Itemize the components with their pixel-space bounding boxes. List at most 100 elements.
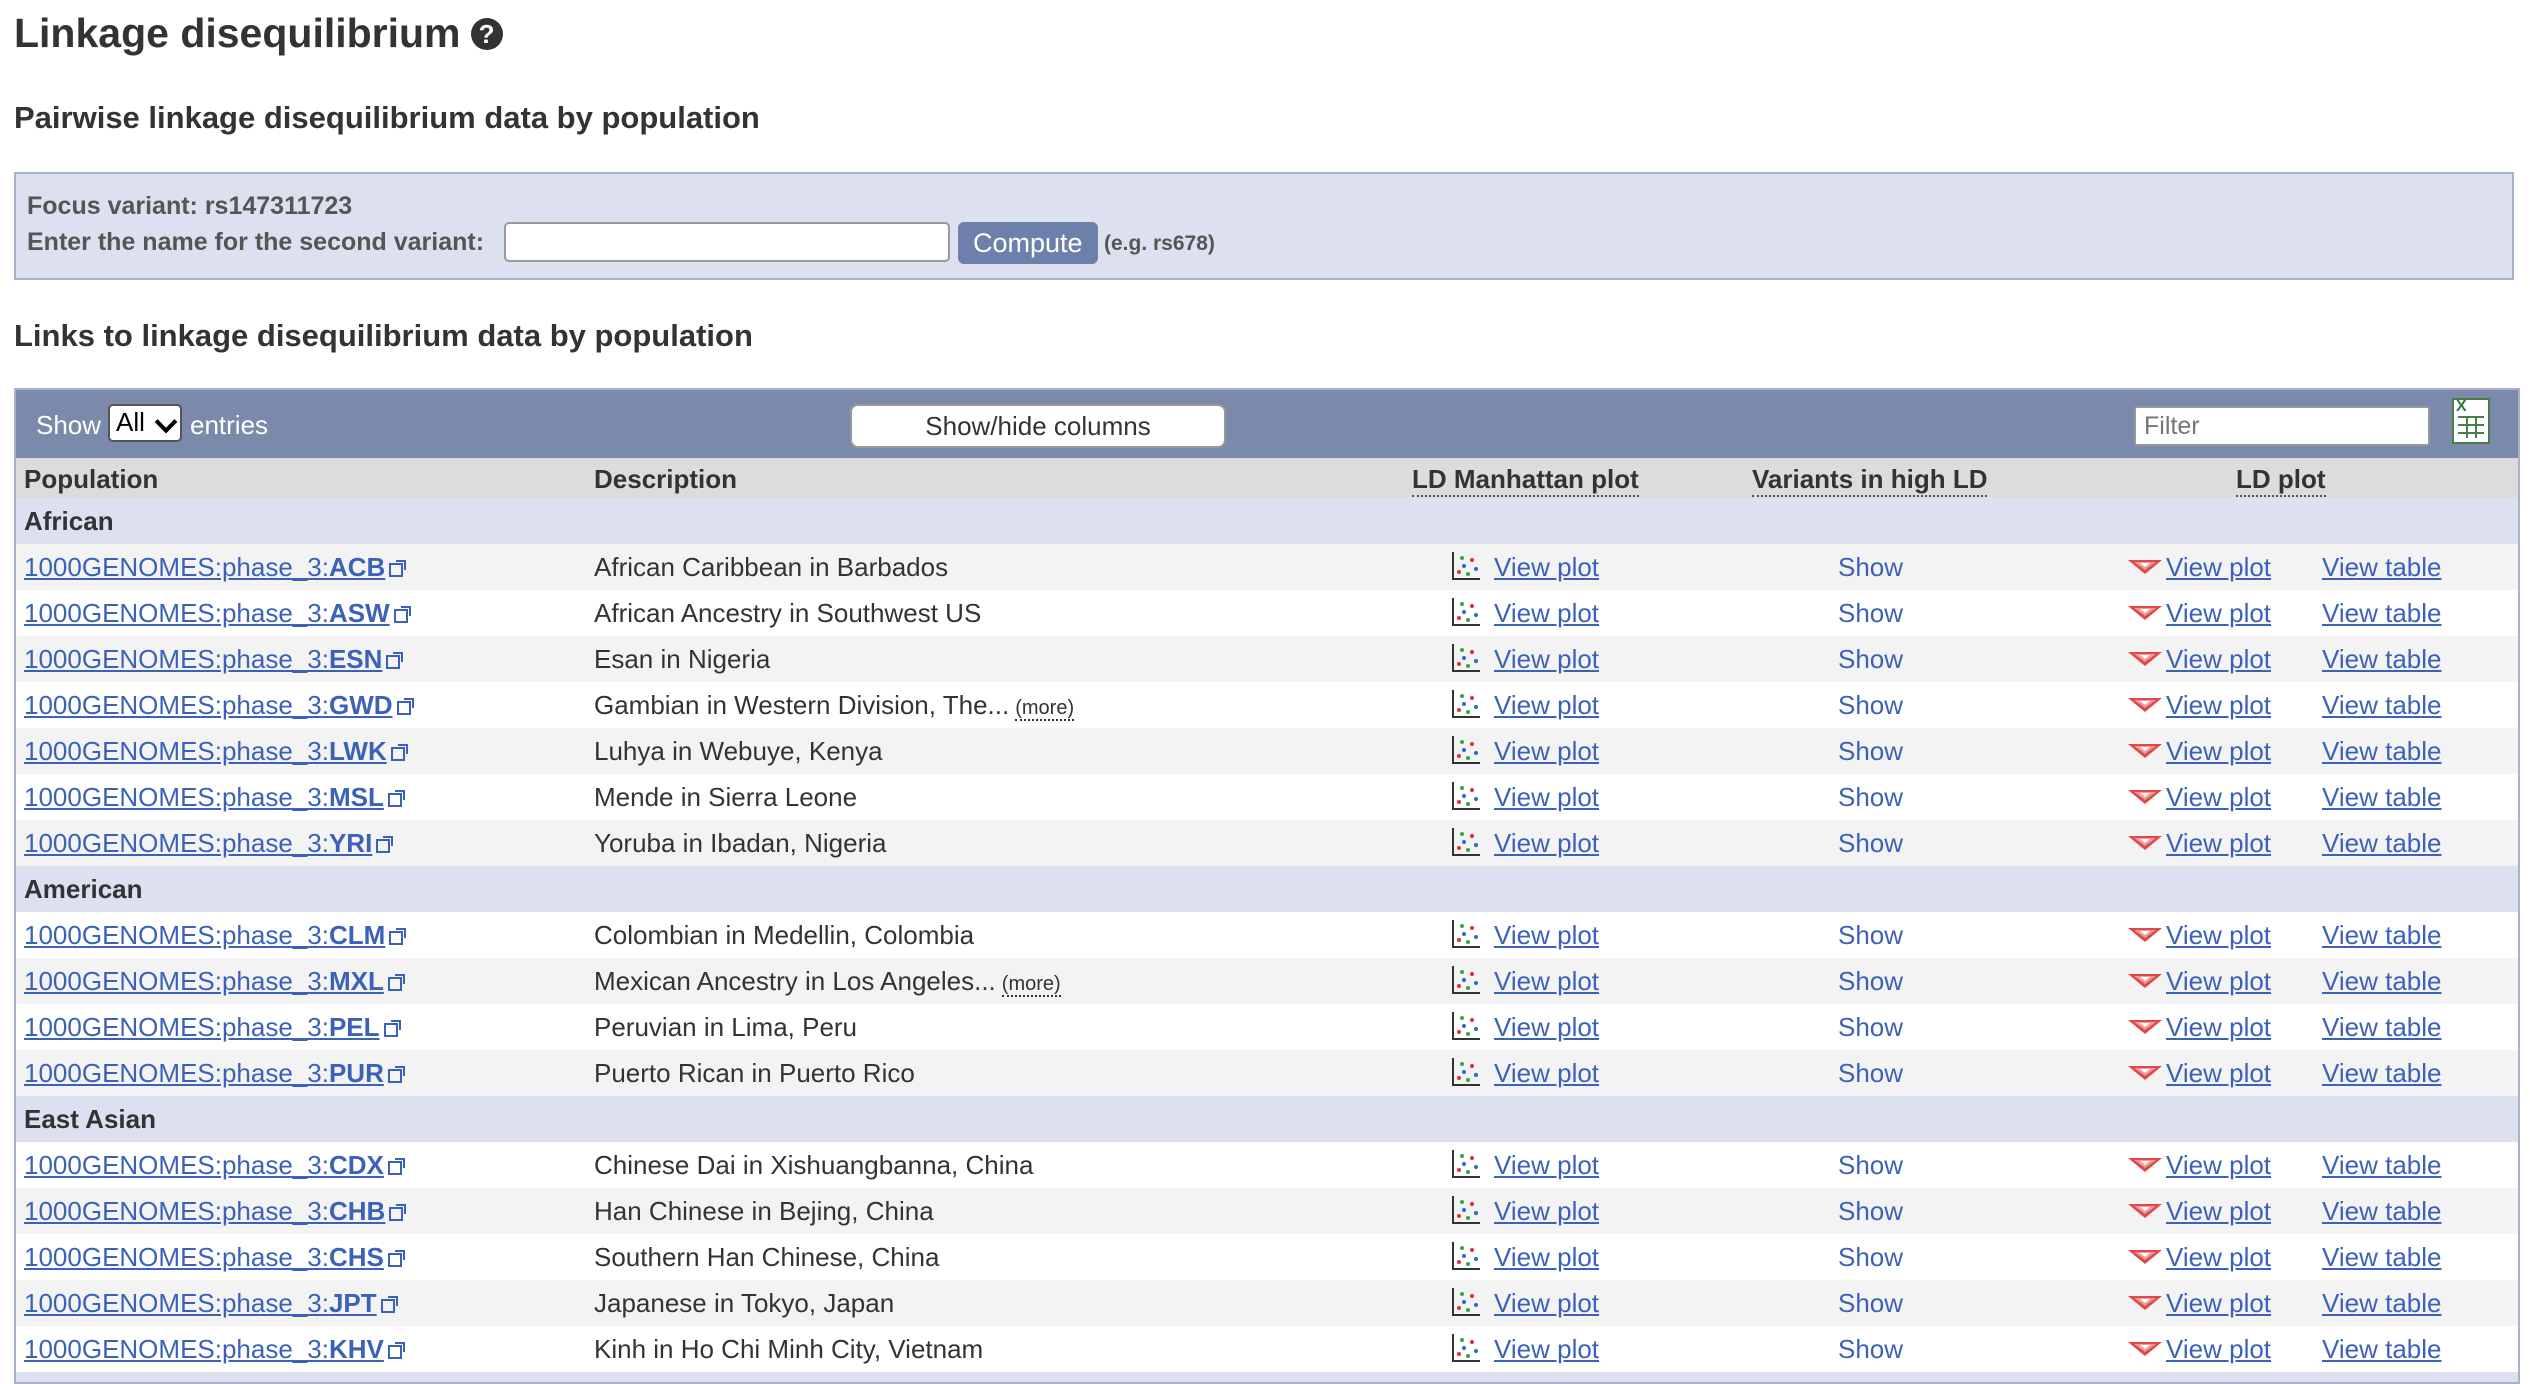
variants-show-link[interactable]: Show <box>1838 782 1903 813</box>
population-prefix[interactable]: 1000GENOMES:phase_3: <box>24 828 329 858</box>
second-variant-input[interactable] <box>504 222 950 262</box>
population-code[interactable]: ASW <box>329 598 390 628</box>
variants-show-link[interactable]: Show <box>1838 736 1903 767</box>
manhattan-view-plot-link[interactable]: View plot <box>1494 1150 1599 1181</box>
population-prefix[interactable]: 1000GENOMES:phase_3: <box>24 782 329 812</box>
variants-show-link[interactable]: Show <box>1838 1196 1903 1227</box>
population-prefix[interactable]: 1000GENOMES:phase_3: <box>24 1150 329 1180</box>
ld-view-plot-link[interactable]: View plot <box>2166 966 2271 997</box>
ld-view-table-link[interactable]: View table <box>2322 1196 2442 1227</box>
population-code[interactable]: YRI <box>329 828 372 858</box>
ld-view-plot-link[interactable]: View plot <box>2166 782 2271 813</box>
population-link[interactable]: 1000GENOMES:phase_3:ASW <box>24 598 411 629</box>
ld-view-plot-link[interactable]: View plot <box>2166 1242 2271 1273</box>
population-link[interactable]: 1000GENOMES:phase_3:CHS <box>24 1242 405 1273</box>
manhattan-view-plot-link[interactable]: View plot <box>1494 1012 1599 1043</box>
variants-show-link[interactable]: Show <box>1838 644 1903 675</box>
population-link[interactable]: 1000GENOMES:phase_3:MXL <box>24 966 405 997</box>
variants-show-link[interactable]: Show <box>1838 1058 1903 1089</box>
ld-view-table-link[interactable]: View table <box>2322 920 2442 951</box>
ld-view-table-link[interactable]: View table <box>2322 782 2442 813</box>
show-hide-columns-button[interactable]: Show/hide columns <box>850 404 1226 448</box>
population-code[interactable]: CLM <box>329 920 385 950</box>
ld-view-plot-link[interactable]: View plot <box>2166 736 2271 767</box>
population-code[interactable]: GWD <box>329 690 393 720</box>
population-link[interactable]: 1000GENOMES:phase_3:CHB <box>24 1196 407 1227</box>
ld-view-table-link[interactable]: View table <box>2322 644 2442 675</box>
variants-show-link[interactable]: Show <box>1838 966 1903 997</box>
ld-view-plot-link[interactable]: View plot <box>2166 1012 2271 1043</box>
population-prefix[interactable]: 1000GENOMES:phase_3: <box>24 736 329 766</box>
manhattan-view-plot-link[interactable]: View plot <box>1494 1058 1599 1089</box>
population-code[interactable]: MSL <box>329 782 384 812</box>
manhattan-view-plot-link[interactable]: View plot <box>1494 920 1599 951</box>
manhattan-view-plot-link[interactable]: View plot <box>1494 1288 1599 1319</box>
population-code[interactable]: ACB <box>329 552 385 582</box>
population-prefix[interactable]: 1000GENOMES:phase_3: <box>24 1288 329 1318</box>
population-code[interactable]: CHS <box>329 1242 384 1272</box>
ld-view-plot-link[interactable]: View plot <box>2166 598 2271 629</box>
population-code[interactable]: PEL <box>329 1012 380 1042</box>
ld-view-plot-link[interactable]: View plot <box>2166 644 2271 675</box>
entries-select[interactable]: All <box>108 404 182 442</box>
population-code[interactable]: KHV <box>329 1334 384 1364</box>
manhattan-view-plot-link[interactable]: View plot <box>1494 1334 1599 1365</box>
ld-view-plot-link[interactable]: View plot <box>2166 690 2271 721</box>
variants-show-link[interactable]: Show <box>1838 598 1903 629</box>
population-link[interactable]: 1000GENOMES:phase_3:JPT <box>24 1288 398 1319</box>
ld-view-plot-link[interactable]: View plot <box>2166 1196 2271 1227</box>
variants-show-link[interactable]: Show <box>1838 1242 1903 1273</box>
variants-show-link[interactable]: Show <box>1838 690 1903 721</box>
ld-view-plot-link[interactable]: View plot <box>2166 1334 2271 1365</box>
more-toggle[interactable]: (more) <box>1015 697 1075 721</box>
ld-view-table-link[interactable]: View table <box>2322 552 2442 583</box>
ld-view-table-link[interactable]: View table <box>2322 736 2442 767</box>
ld-view-table-link[interactable]: View table <box>2322 1288 2442 1319</box>
population-code[interactable]: LWK <box>329 736 387 766</box>
compute-button[interactable]: Compute <box>958 222 1098 264</box>
population-code[interactable]: ESN <box>329 644 382 674</box>
variants-show-link[interactable]: Show <box>1838 552 1903 583</box>
ld-view-table-link[interactable]: View table <box>2322 828 2442 859</box>
variants-show-link[interactable]: Show <box>1838 1150 1903 1181</box>
variants-show-link[interactable]: Show <box>1838 920 1903 951</box>
population-prefix[interactable]: 1000GENOMES:phase_3: <box>24 1242 329 1272</box>
population-code[interactable]: PUR <box>329 1058 384 1088</box>
population-prefix[interactable]: 1000GENOMES:phase_3: <box>24 644 329 674</box>
population-link[interactable]: 1000GENOMES:phase_3:YRI <box>24 828 394 859</box>
variants-show-link[interactable]: Show <box>1838 1334 1903 1365</box>
variants-show-link[interactable]: Show <box>1838 1288 1903 1319</box>
manhattan-view-plot-link[interactable]: View plot <box>1494 828 1599 859</box>
population-link[interactable]: 1000GENOMES:phase_3:ESN <box>24 644 404 675</box>
population-code[interactable]: CHB <box>329 1196 385 1226</box>
population-link[interactable]: 1000GENOMES:phase_3:MSL <box>24 782 405 813</box>
population-link[interactable]: 1000GENOMES:phase_3:PEL <box>24 1012 401 1043</box>
population-link[interactable]: 1000GENOMES:phase_3:PUR <box>24 1058 405 1089</box>
population-prefix[interactable]: 1000GENOMES:phase_3: <box>24 1196 329 1226</box>
ld-view-table-link[interactable]: View table <box>2322 1242 2442 1273</box>
population-link[interactable]: 1000GENOMES:phase_3:CLM <box>24 920 407 951</box>
population-prefix[interactable]: 1000GENOMES:phase_3: <box>24 690 329 720</box>
more-toggle[interactable]: (more) <box>1001 973 1061 997</box>
population-prefix[interactable]: 1000GENOMES:phase_3: <box>24 598 329 628</box>
col-header-population[interactable]: Population <box>24 464 158 495</box>
ld-view-plot-link[interactable]: View plot <box>2166 828 2271 859</box>
population-code[interactable]: CDX <box>329 1150 384 1180</box>
population-link[interactable]: 1000GENOMES:phase_3:KHV <box>24 1334 405 1365</box>
manhattan-view-plot-link[interactable]: View plot <box>1494 1196 1599 1227</box>
manhattan-view-plot-link[interactable]: View plot <box>1494 736 1599 767</box>
variants-show-link[interactable]: Show <box>1838 1012 1903 1043</box>
ld-view-plot-link[interactable]: View plot <box>2166 552 2271 583</box>
population-link[interactable]: 1000GENOMES:phase_3:LWK <box>24 736 408 767</box>
population-link[interactable]: 1000GENOMES:phase_3:GWD <box>24 690 414 721</box>
ld-view-table-link[interactable]: View table <box>2322 1058 2442 1089</box>
variants-show-link[interactable]: Show <box>1838 828 1903 859</box>
manhattan-view-plot-link[interactable]: View plot <box>1494 782 1599 813</box>
help-icon[interactable]: ? <box>470 17 503 50</box>
ld-view-table-link[interactable]: View table <box>2322 690 2442 721</box>
manhattan-view-plot-link[interactable]: View plot <box>1494 552 1599 583</box>
ld-view-plot-link[interactable]: View plot <box>2166 920 2271 951</box>
ld-view-plot-link[interactable]: View plot <box>2166 1150 2271 1181</box>
population-prefix[interactable]: 1000GENOMES:phase_3: <box>24 1012 329 1042</box>
population-prefix[interactable]: 1000GENOMES:phase_3: <box>24 1334 329 1364</box>
